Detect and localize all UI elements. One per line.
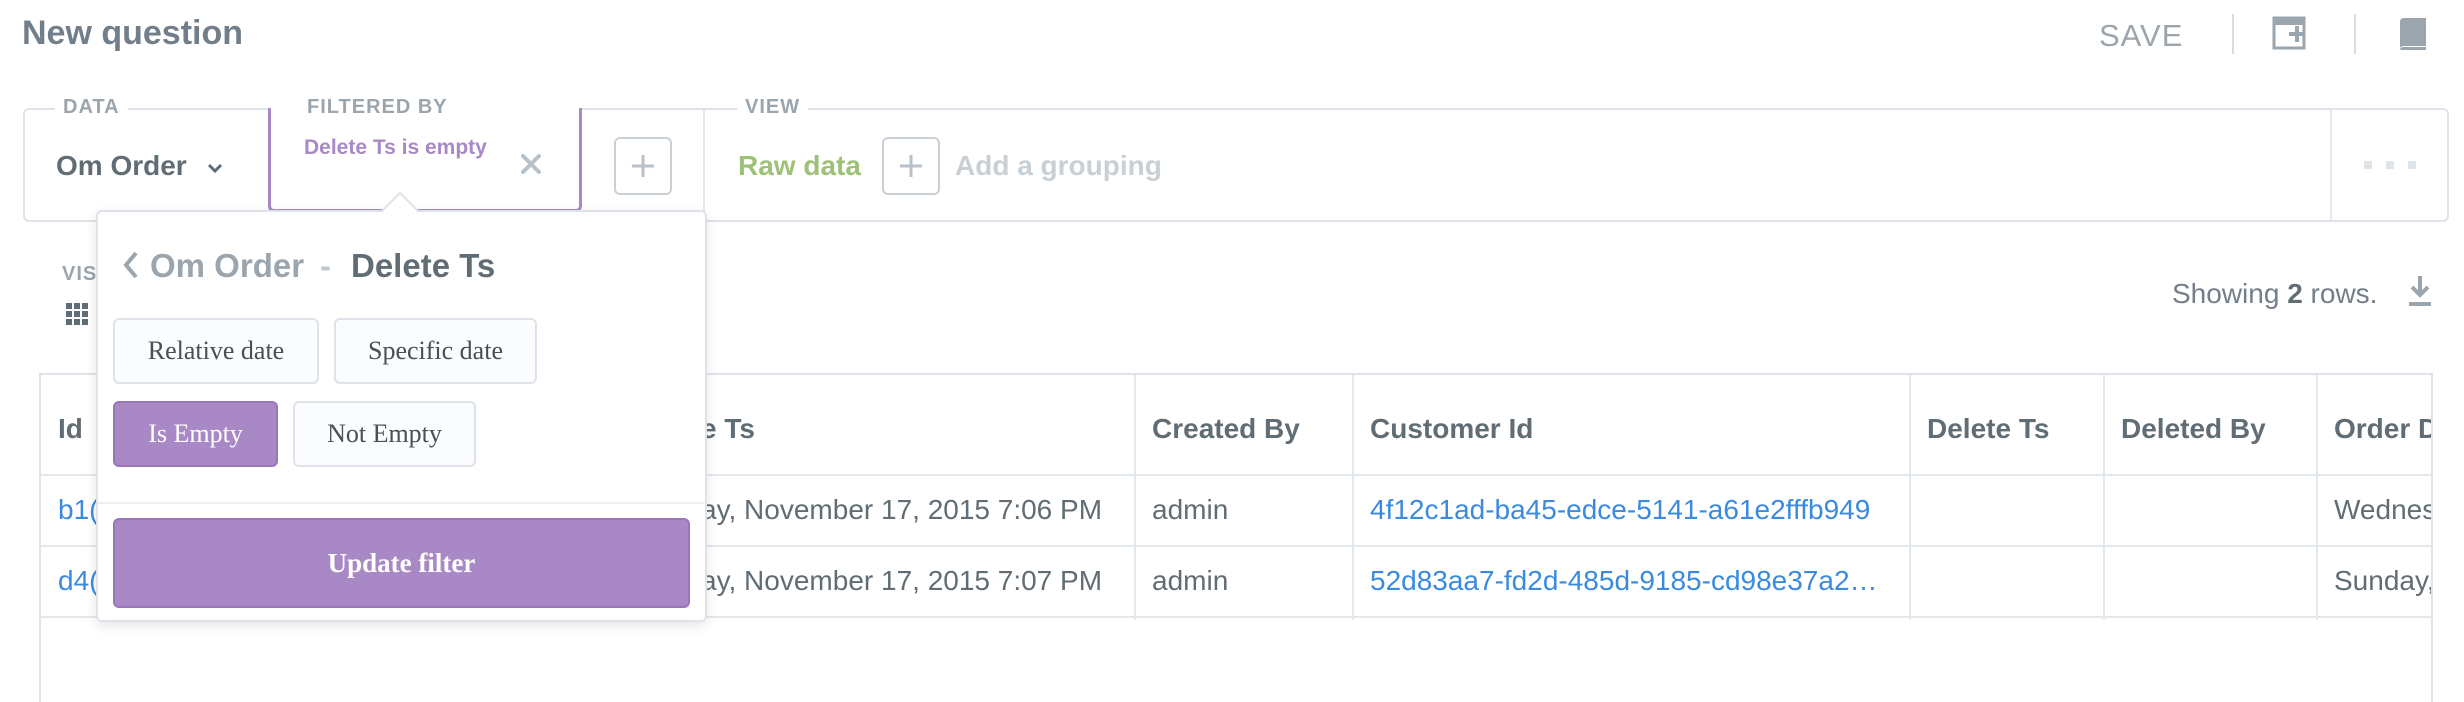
- download-icon[interactable]: [2408, 274, 2432, 308]
- section-separator: [703, 110, 705, 220]
- showing-prefix: Showing: [2172, 278, 2280, 309]
- data-section-label: DATA: [55, 96, 128, 119]
- column-header-customer-id[interactable]: Customer Id: [1370, 413, 1533, 445]
- chevron-left-icon[interactable]: [122, 250, 140, 280]
- add-grouping-link[interactable]: Add a grouping: [955, 150, 1162, 182]
- table-cell: ay, November 17, 2015 7:07 PM: [701, 565, 1103, 596]
- column-divider: [1134, 375, 1136, 620]
- table-cell-id-link[interactable]: d4(: [58, 565, 98, 597]
- column-divider: [1909, 375, 1911, 620]
- specific-date-button[interactable]: Specific date: [334, 318, 537, 384]
- table-cell: admin: [1152, 494, 1229, 525]
- add-filter-button[interactable]: [614, 137, 672, 195]
- filtered-by-label: FILTERED BY: [299, 96, 456, 119]
- column-header-order-date[interactable]: Order D: [2334, 413, 2431, 445]
- table-cell: admin: [1152, 565, 1229, 596]
- page-title: New question: [22, 14, 244, 52]
- popover-field-name: Delete Ts: [351, 247, 496, 284]
- save-button[interactable]: SAVE: [2099, 18, 2183, 54]
- column-header-id[interactable]: Id: [58, 413, 83, 445]
- ellipsis-dot: [2385, 161, 2394, 169]
- column-header-created-by[interactable]: Created By: [1152, 413, 1300, 445]
- is-empty-button[interactable]: Is Empty: [113, 401, 278, 467]
- header-divider: [2354, 14, 2356, 54]
- table-cell-id-link[interactable]: b1(: [58, 494, 98, 526]
- column-header-deleted-by[interactable]: Deleted By: [2121, 413, 2266, 445]
- update-filter-button[interactable]: Update filter: [113, 518, 690, 608]
- plus-icon: [900, 155, 922, 177]
- popover-back-table[interactable]: Om Order: [150, 247, 304, 285]
- table-grid-icon[interactable]: [66, 303, 88, 325]
- column-divider: [2316, 375, 2318, 620]
- add-grouping-button[interactable]: [882, 137, 940, 195]
- data-source-selector[interactable]: Om Order: [56, 150, 187, 182]
- table-cell-customer-link[interactable]: 52d83aa7-fd2d-485d-9185-cd98e37a2…: [1370, 565, 1878, 597]
- table-cell: ay, November 17, 2015 7:06 PM: [701, 494, 1103, 525]
- not-empty-button[interactable]: Not Empty: [293, 401, 476, 467]
- chevron-down-icon: [207, 163, 223, 174]
- add-to-dashboard-icon[interactable]: [2272, 16, 2308, 52]
- view-section-label: VIEW: [737, 96, 809, 119]
- ellipsis-dot: [2363, 161, 2372, 169]
- showing-suffix: rows.: [2310, 278, 2378, 309]
- view-selector[interactable]: Raw data: [738, 150, 861, 182]
- row-count: 2: [2287, 278, 2303, 309]
- ellipsis-dot: [2407, 161, 2416, 169]
- header-divider: [2232, 14, 2234, 54]
- plus-icon: [632, 155, 654, 177]
- visualization-label: VIS: [62, 263, 98, 285]
- row-count-text: Showing 2 rows.: [2172, 278, 2377, 310]
- close-icon[interactable]: [518, 151, 544, 177]
- column-header-delete-ts[interactable]: Delete Ts: [1927, 413, 2049, 445]
- table-cell: Wednes: [2334, 494, 2433, 525]
- filter-description[interactable]: Delete Ts is empty: [304, 136, 487, 160]
- popover-dash: -: [320, 247, 331, 284]
- table-cell-customer-link[interactable]: 4f12c1ad-ba45-edce-5141-a61e2fffb949: [1370, 494, 1870, 526]
- column-header-create-ts[interactable]: e Ts: [701, 413, 755, 445]
- column-divider: [1352, 375, 1354, 620]
- more-options-button[interactable]: [2330, 110, 2447, 220]
- table-cell: Sunday,: [2334, 565, 2433, 596]
- column-divider: [2103, 375, 2105, 620]
- popover-divider: [98, 502, 705, 504]
- relative-date-button[interactable]: Relative date: [113, 318, 319, 384]
- book-icon[interactable]: [2396, 16, 2430, 52]
